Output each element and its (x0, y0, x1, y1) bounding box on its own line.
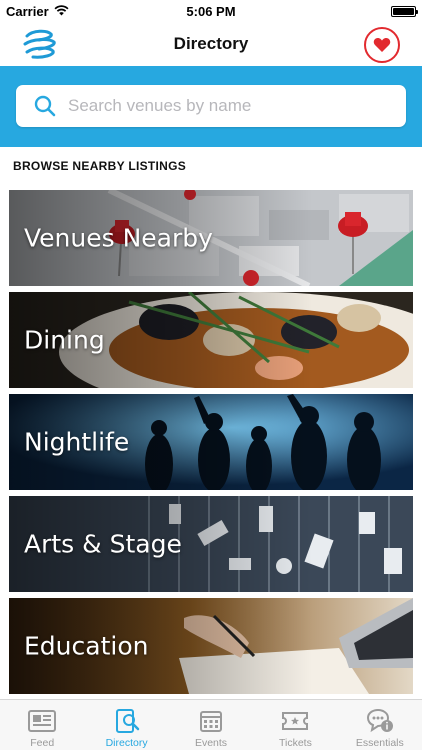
directory-icon (112, 707, 142, 735)
tile-venues-nearby[interactable]: Venues Nearby (9, 190, 413, 286)
tab-tickets[interactable]: Tickets (253, 700, 337, 750)
search-input[interactable] (68, 96, 388, 116)
tile-nightlife[interactable]: Nightlife (9, 394, 413, 490)
tile-arts-stage[interactable]: Arts & Stage (9, 496, 413, 592)
search-area (0, 66, 422, 147)
tab-label: Events (194, 737, 228, 749)
tile-dining[interactable]: Dining (9, 292, 413, 388)
tab-directory[interactable]: Directory (84, 700, 168, 750)
tab-label: Essentials (355, 737, 404, 749)
search-icon (34, 95, 56, 117)
tab-events[interactable]: Events (169, 700, 253, 750)
battery-icon (391, 5, 418, 17)
tile-label: Nightlife (24, 427, 130, 457)
tile-label: Education (24, 631, 149, 661)
favorites-button[interactable] (364, 27, 400, 63)
tile-label: Dining (24, 325, 105, 355)
tile-education[interactable]: Education (9, 598, 413, 694)
tab-label: Directory (105, 737, 148, 749)
tab-bar: Feed Directory Events Tickets Essentials (0, 699, 422, 750)
app-logo-icon[interactable] (18, 25, 62, 63)
tab-feed[interactable]: Feed (0, 700, 84, 750)
heart-icon (373, 38, 391, 52)
navigation-bar: Directory (0, 22, 422, 66)
tab-label: Tickets (278, 737, 312, 749)
ticket-icon (280, 707, 310, 735)
tile-label: Venues Nearby (24, 223, 213, 253)
section-header: BROWSE NEARBY LISTINGS (13, 159, 187, 173)
info-chat-icon (365, 707, 395, 735)
tab-essentials[interactable]: Essentials (338, 700, 422, 750)
calendar-icon (196, 707, 226, 735)
newspaper-icon (27, 707, 57, 735)
tab-label: Feed (30, 737, 55, 749)
wifi-icon (54, 4, 69, 19)
status-bar: Carrier 5:06 PM (0, 0, 422, 22)
page-title: Directory (173, 34, 249, 53)
tile-label: Arts & Stage (24, 529, 182, 559)
carrier-label: Carrier (6, 3, 49, 19)
search-box[interactable] (16, 85, 406, 127)
